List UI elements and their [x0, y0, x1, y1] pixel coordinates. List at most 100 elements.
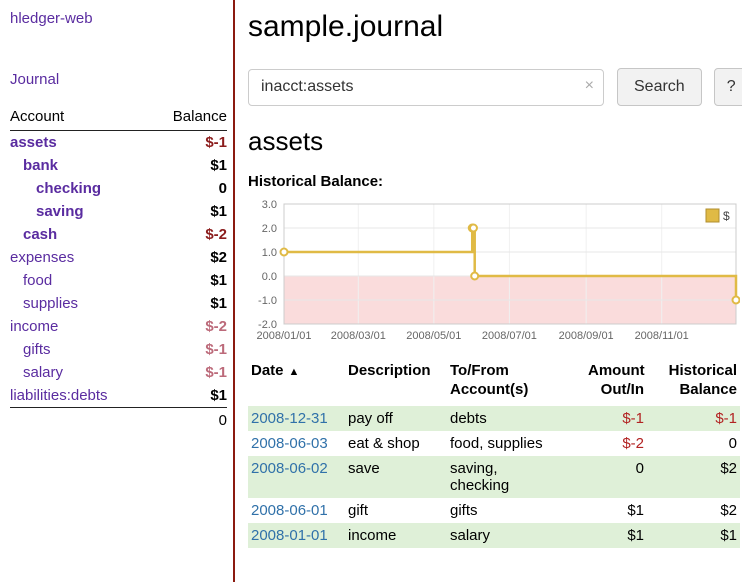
- account-name-cell: liabilities:debts: [10, 384, 149, 408]
- accounts-header-row: Account Balance: [10, 106, 227, 131]
- txn-description: gift: [345, 498, 447, 523]
- accounts-total-row: 0: [10, 408, 227, 433]
- page-title: sample.journal: [248, 10, 742, 44]
- app-title-link[interactable]: hledger-web: [10, 10, 227, 27]
- clear-search-icon[interactable]: ×: [585, 77, 594, 95]
- account-link-expenses[interactable]: expenses: [10, 249, 74, 266]
- txn-accounts: salary: [447, 523, 585, 548]
- account-link-food[interactable]: food: [10, 272, 52, 289]
- app: hledger-web Journal Account Balance asse…: [0, 0, 742, 582]
- account-link-cash[interactable]: cash: [10, 226, 57, 243]
- txn-date-link[interactable]: 2008-06-01: [251, 502, 328, 519]
- tofrom-header-line2: Account(s): [450, 381, 528, 398]
- account-balance: $-1: [149, 361, 227, 384]
- account-row: food $1: [10, 269, 227, 292]
- account-link-supplies[interactable]: supplies: [10, 295, 78, 312]
- y-tick-label: 3.0: [262, 199, 277, 211]
- accounts-table: Account Balance assets $-1 bank $1 checking 0…: [10, 106, 227, 432]
- account-name-cell: salary: [10, 361, 149, 384]
- x-tick-label: 2008/09/01: [559, 330, 614, 342]
- account-link-liabilities-debts[interactable]: liabilities:debts: [10, 387, 108, 404]
- accounts-total-spacer: [10, 408, 149, 433]
- account-name-cell: income: [10, 315, 149, 338]
- data-point-marker: [733, 297, 740, 304]
- accounts-body: assets$-1bank$1checking0saving$1cash$-2e…: [10, 131, 227, 408]
- txn-accounts: gifts: [447, 498, 585, 523]
- account-link-salary[interactable]: salary: [10, 364, 63, 381]
- sidebar-item-journal[interactable]: Journal: [10, 71, 227, 88]
- account-name-cell: bank: [10, 154, 149, 177]
- account-name-cell: supplies: [10, 292, 149, 315]
- account-link-gifts[interactable]: gifts: [10, 341, 51, 358]
- account-link-saving[interactable]: saving: [10, 203, 84, 220]
- account-row: checking 0: [10, 177, 227, 200]
- data-point-marker: [281, 249, 288, 256]
- txn-date-link[interactable]: 2008-01-01: [251, 527, 328, 544]
- account-balance: $2: [149, 246, 227, 269]
- account-row: salary $-1: [10, 361, 227, 384]
- x-tick-label: 2008/11/01: [635, 330, 689, 342]
- account-link-bank[interactable]: bank: [10, 157, 58, 174]
- amount-header-line1: Amount: [588, 362, 645, 379]
- transaction-row: 2008-06-01giftgifts$1$2: [248, 498, 740, 523]
- txn-amount: $1: [585, 498, 647, 523]
- historical-header-line2: Balance: [679, 381, 737, 398]
- account-row: saving$1: [10, 200, 227, 223]
- txn-date-cell: 2008-06-03: [248, 431, 345, 456]
- sidebar: hledger-web Journal Account Balance asse…: [0, 0, 233, 582]
- account-link-income[interactable]: income: [10, 318, 58, 335]
- search-bar: × Search ?: [248, 68, 742, 106]
- col-header-historical: Historical Balance: [647, 360, 740, 406]
- help-button[interactable]: ?: [714, 68, 742, 106]
- account-row: cash $-2: [10, 223, 227, 246]
- date-header-label: Date: [251, 362, 284, 379]
- account-balance: $1: [149, 269, 227, 292]
- y-tick-label: -1.0: [258, 295, 277, 307]
- account-link-checking[interactable]: checking: [10, 180, 101, 197]
- txn-historical-balance: $-1: [647, 406, 740, 431]
- transactions-table: Date▲ Description To/From Account(s) Amo…: [248, 360, 740, 548]
- search-input[interactable]: [248, 69, 604, 106]
- account-balance: $-2: [149, 315, 227, 338]
- account-row: income $-2: [10, 315, 227, 338]
- x-tick-label: 2008/03/01: [331, 330, 386, 342]
- account-balance: 0: [149, 177, 227, 200]
- x-tick-label: 2008/05/01: [406, 330, 461, 342]
- chart-title: Historical Balance:: [248, 173, 742, 190]
- txn-date-link[interactable]: 2008-06-03: [251, 435, 328, 452]
- x-tick-label: 2008/01/01: [256, 330, 311, 342]
- txn-description: save: [345, 456, 447, 498]
- account-row: expenses $2: [10, 246, 227, 269]
- transaction-row: 2008-01-01incomesalary$1$1: [248, 523, 740, 548]
- txn-historical-balance: 0: [647, 431, 740, 456]
- account-name-cell: food: [10, 269, 149, 292]
- search-input-wrap: ×: [248, 69, 604, 106]
- account-balance: $-1: [149, 131, 227, 155]
- account-balance: $1: [149, 384, 227, 408]
- account-name-cell: expenses: [10, 246, 149, 269]
- account-balance: $-2: [149, 223, 227, 246]
- txn-date-link[interactable]: 2008-12-31: [251, 410, 328, 427]
- balance-chart: 3.02.01.00.0-1.0-2.02008/01/012008/03/01…: [248, 196, 740, 346]
- accounts-total-value: 0: [149, 408, 227, 433]
- account-link-assets[interactable]: assets: [10, 134, 57, 151]
- txn-amount: $-2: [585, 431, 647, 456]
- historical-header-line1: Historical: [669, 362, 737, 379]
- amount-header-line2: Out/In: [601, 381, 644, 398]
- search-button[interactable]: Search: [617, 68, 702, 106]
- legend-label: $: [723, 209, 730, 223]
- txn-date-link[interactable]: 2008-06-02: [251, 460, 328, 477]
- transactions-body: 2008-12-31pay offdebts$-1$-12008-06-03ea…: [248, 406, 740, 548]
- col-header-date[interactable]: Date▲: [248, 360, 345, 406]
- txn-description: pay off: [345, 406, 447, 431]
- transaction-row: 2008-06-03eat & shopfood, supplies$-20: [248, 431, 740, 456]
- account-name-cell: cash: [10, 223, 149, 246]
- transactions-header-row: Date▲ Description To/From Account(s) Amo…: [248, 360, 740, 406]
- account-row: assets $-1: [10, 131, 227, 155]
- accounts-header-balance: Balance: [149, 106, 227, 131]
- account-name-cell: checking: [10, 177, 149, 200]
- txn-historical-balance: $2: [647, 456, 740, 498]
- txn-date-cell: 2008-01-01: [248, 523, 345, 548]
- account-row: liabilities:debts $1: [10, 384, 227, 408]
- txn-date-cell: 2008-06-01: [248, 498, 345, 523]
